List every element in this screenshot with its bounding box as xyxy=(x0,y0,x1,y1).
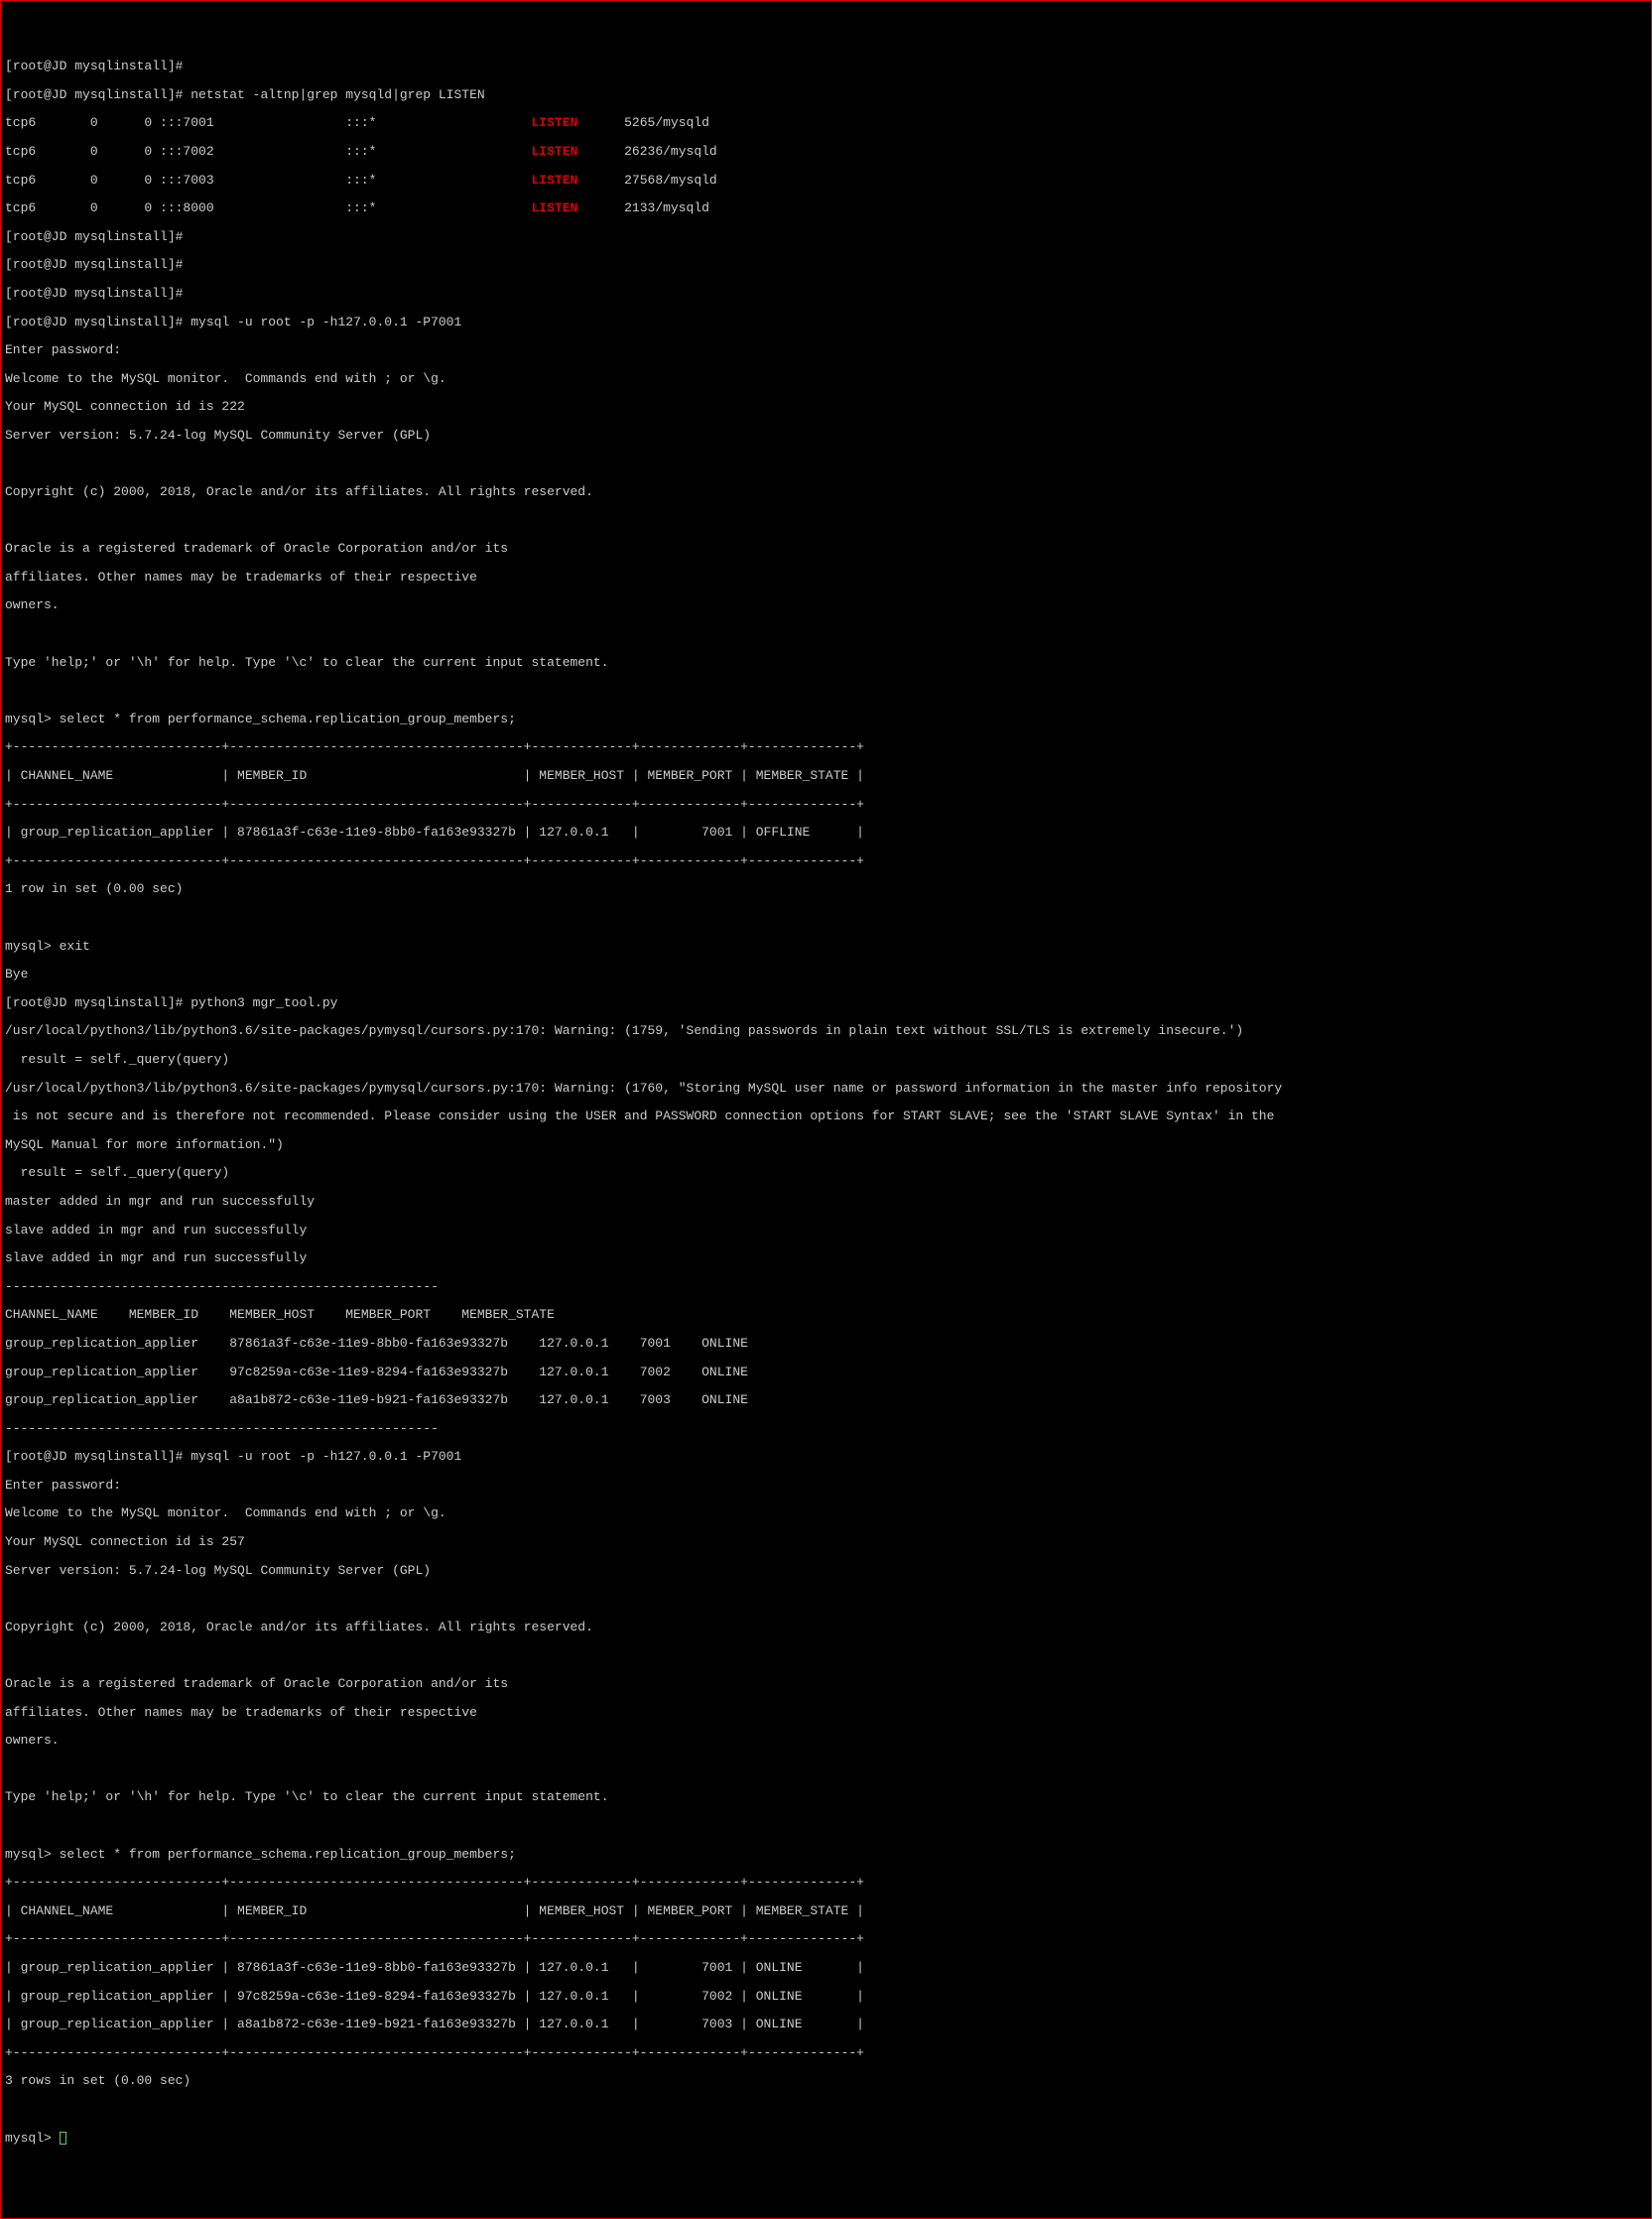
py-table-row: group_replication_applier 87861a3f-c63e-… xyxy=(5,1337,1647,1351)
welcome-text: Welcome to the MySQL monitor. Commands e… xyxy=(5,1506,1647,1520)
password-prompt: Enter password: xyxy=(5,1479,1647,1493)
blank-line xyxy=(5,1648,1647,1662)
cmd-line: [root@JD mysqlinstall]# mysql -u root -p… xyxy=(5,316,1647,329)
blank-line xyxy=(5,1592,1647,1606)
conn-id: Your MySQL connection id is 257 xyxy=(5,1535,1647,1549)
cmd-line: [root@JD mysqlinstall]# netstat -altnp|g… xyxy=(5,88,1647,102)
prompt-line: [root@JD mysqlinstall]# xyxy=(5,230,1647,244)
copyright-text: Copyright (c) 2000, 2018, Oracle and/or … xyxy=(5,485,1647,499)
cursor-icon xyxy=(60,2132,66,2145)
listen-state: LISTEN xyxy=(532,200,578,215)
success-text: master added in mgr and run successfully xyxy=(5,1195,1647,1209)
table-border: +---------------------------+-----------… xyxy=(5,1932,1647,1946)
copyright-text: Copyright (c) 2000, 2018, Oracle and/or … xyxy=(5,1621,1647,1634)
netstat-row: tcp6 0 0 :::7002 :::* LISTEN 26236/mysql… xyxy=(5,145,1647,159)
success-text: slave added in mgr and run successfully xyxy=(5,1251,1647,1265)
server-version: Server version: 5.7.24-log MySQL Communi… xyxy=(5,1564,1647,1578)
trademark-text: Oracle is a registered trademark of Orac… xyxy=(5,542,1647,556)
help-text: Type 'help;' or '\h' for help. Type '\c'… xyxy=(5,656,1647,670)
table-row: | group_replication_applier | 97c8259a-c… xyxy=(5,1990,1647,2004)
blank-line xyxy=(5,1819,1647,1833)
blank-line xyxy=(5,1762,1647,1776)
table-row: | group_replication_applier | 87861a3f-c… xyxy=(5,826,1647,840)
sql-query: mysql> select * from performance_schema.… xyxy=(5,713,1647,726)
trademark-text: affiliates. Other names may be trademark… xyxy=(5,1706,1647,1720)
table-border: +---------------------------+-----------… xyxy=(5,854,1647,868)
welcome-text: Welcome to the MySQL monitor. Commands e… xyxy=(5,372,1647,386)
help-text: Type 'help;' or '\h' for help. Type '\c'… xyxy=(5,1790,1647,1804)
trademark-text: Oracle is a registered trademark of Orac… xyxy=(5,1677,1647,1691)
table-border: +---------------------------+-----------… xyxy=(5,798,1647,812)
warning-text: result = self._query(query) xyxy=(5,1053,1647,1067)
password-prompt: Enter password: xyxy=(5,343,1647,357)
blank-line xyxy=(5,627,1647,641)
table-border: +---------------------------+-----------… xyxy=(5,740,1647,754)
table-row: | group_replication_applier | 87861a3f-c… xyxy=(5,1961,1647,1975)
trademark-text: owners. xyxy=(5,1734,1647,1748)
terminal-window[interactable]: { "prompt": "[root@JD mysqlinstall]#", "… xyxy=(0,0,1652,2219)
trademark-text: owners. xyxy=(5,598,1647,612)
mysql-prompt-active[interactable]: mysql> xyxy=(5,2132,1647,2146)
cmd-line: [root@JD mysqlinstall]# python3 mgr_tool… xyxy=(5,996,1647,1010)
success-text: slave added in mgr and run successfully xyxy=(5,1224,1647,1238)
blank-line xyxy=(5,684,1647,698)
blank-line xyxy=(5,2103,1647,2117)
warning-text: is not secure and is therefore not recom… xyxy=(5,1110,1647,1123)
prompt-line: [root@JD mysqlinstall]# xyxy=(5,60,1647,73)
bye-text: Bye xyxy=(5,968,1647,981)
table-row: | group_replication_applier | a8a1b872-c… xyxy=(5,2018,1647,2031)
netstat-row: tcp6 0 0 :::8000 :::* LISTEN 2133/mysqld xyxy=(5,201,1647,215)
warning-text: /usr/local/python3/lib/python3.6/site-pa… xyxy=(5,1024,1647,1038)
cmd-line: [root@JD mysqlinstall]# mysql -u root -p… xyxy=(5,1450,1647,1464)
listen-state: LISTEN xyxy=(532,144,578,159)
warning-text: MySQL Manual for more information.") xyxy=(5,1138,1647,1152)
py-table-row: group_replication_applier a8a1b872-c63e-… xyxy=(5,1393,1647,1407)
table-header: | CHANNEL_NAME | MEMBER_ID | MEMBER_HOST… xyxy=(5,769,1647,783)
prompt-line: [root@JD mysqlinstall]# xyxy=(5,258,1647,272)
netstat-row: tcp6 0 0 :::7003 :::* LISTEN 27568/mysql… xyxy=(5,174,1647,188)
listen-state: LISTEN xyxy=(532,115,578,130)
py-table-row: group_replication_applier 97c8259a-c63e-… xyxy=(5,1366,1647,1379)
server-version: Server version: 5.7.24-log MySQL Communi… xyxy=(5,429,1647,443)
listen-state: LISTEN xyxy=(532,173,578,188)
blank-line xyxy=(5,457,1647,471)
divider: ----------------------------------------… xyxy=(5,1280,1647,1294)
table-border: +---------------------------+-----------… xyxy=(5,1876,1647,1890)
conn-id: Your MySQL connection id is 222 xyxy=(5,400,1647,414)
netstat-row: tcp6 0 0 :::7001 :::* LISTEN 5265/mysqld xyxy=(5,116,1647,130)
table-border: +---------------------------+-----------… xyxy=(5,2046,1647,2060)
prompt-line: [root@JD mysqlinstall]# xyxy=(5,287,1647,301)
table-header: | CHANNEL_NAME | MEMBER_ID | MEMBER_HOST… xyxy=(5,1904,1647,1918)
blank-line xyxy=(5,911,1647,925)
rows-count: 3 rows in set (0.00 sec) xyxy=(5,2074,1647,2088)
trademark-text: affiliates. Other names may be trademark… xyxy=(5,571,1647,585)
blank-line xyxy=(5,514,1647,528)
divider: ----------------------------------------… xyxy=(5,1422,1647,1436)
warning-text: result = self._query(query) xyxy=(5,1166,1647,1180)
rows-count: 1 row in set (0.00 sec) xyxy=(5,882,1647,896)
py-table-header: CHANNEL_NAME MEMBER_ID MEMBER_HOST MEMBE… xyxy=(5,1308,1647,1322)
warning-text: /usr/local/python3/lib/python3.6/site-pa… xyxy=(5,1082,1647,1096)
sql-exit: mysql> exit xyxy=(5,940,1647,954)
sql-query: mysql> select * from performance_schema.… xyxy=(5,1848,1647,1862)
